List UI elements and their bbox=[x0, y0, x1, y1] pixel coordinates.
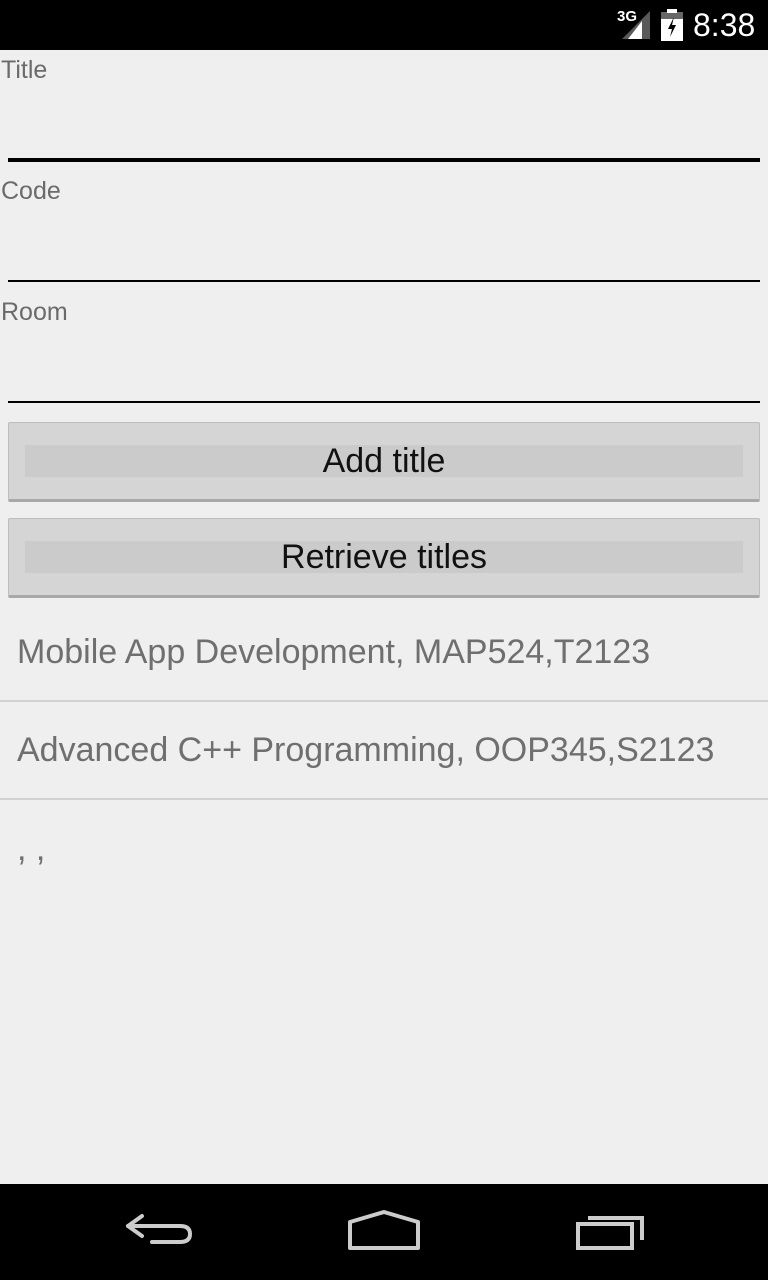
list-item[interactable]: , , bbox=[0, 801, 768, 898]
title-label: Title bbox=[1, 56, 48, 84]
add-title-button-label: Add title bbox=[322, 441, 446, 480]
retrieve-titles-button-label: Retrieve titles bbox=[281, 537, 487, 576]
navigation-bar bbox=[0, 1184, 768, 1280]
room-label: Room bbox=[1, 298, 68, 326]
title-input-underline bbox=[8, 158, 760, 162]
room-input[interactable] bbox=[8, 351, 760, 395]
battery-icon bbox=[661, 9, 683, 41]
recent-apps-icon[interactable] bbox=[574, 1206, 648, 1256]
room-input-underline bbox=[8, 401, 760, 403]
status-bar: 3G 8:38 bbox=[0, 0, 768, 50]
code-input-underline bbox=[8, 280, 760, 282]
signal-icon bbox=[622, 11, 650, 39]
add-title-button[interactable]: Add title bbox=[8, 422, 760, 502]
title-input[interactable] bbox=[8, 110, 760, 154]
home-icon[interactable] bbox=[345, 1206, 423, 1256]
main-content: Title Code Room Add title Retrieve title… bbox=[0, 50, 768, 1184]
code-label: Code bbox=[1, 177, 61, 205]
code-input[interactable] bbox=[8, 230, 760, 274]
retrieve-titles-button[interactable]: Retrieve titles bbox=[8, 518, 760, 598]
back-icon[interactable] bbox=[122, 1206, 198, 1256]
list-item[interactable]: Advanced C++ Programming, OOP345,S2123 bbox=[0, 703, 768, 800]
list-item[interactable]: Mobile App Development, MAP524,T2123 bbox=[0, 605, 768, 702]
clock: 8:38 bbox=[693, 7, 756, 43]
